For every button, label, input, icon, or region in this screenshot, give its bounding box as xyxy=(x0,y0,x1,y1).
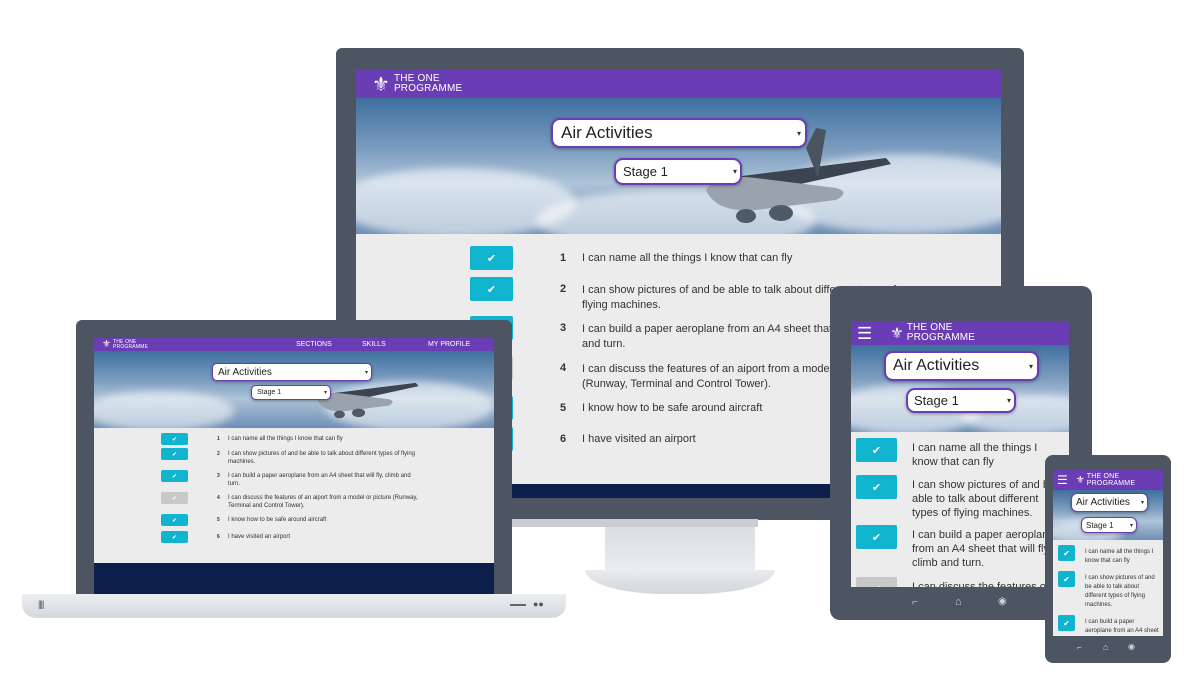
trackpad-icon xyxy=(510,604,526,606)
brand-line2: PROGRAMME xyxy=(393,83,463,94)
tablet-screen: ☰ ⚜ THE ONE PROGRAMME Air Activities ▾ Sta… xyxy=(851,321,1069,587)
nav-sections[interactable]: SECTIONS xyxy=(296,341,332,348)
check-button[interactable]: ✔ xyxy=(856,438,897,462)
check-button[interactable]: ✔ xyxy=(856,475,897,499)
navbar: ⚜ THE ONE PROGRAMME SECTIONS SKILLS MY P… xyxy=(356,70,1001,98)
skills-list: ✔ I can name all the things I know that … xyxy=(1053,540,1163,636)
check-button[interactable]: ✔ xyxy=(161,492,188,504)
page-footer xyxy=(94,563,494,594)
list-item: ✔ 6 I have visited an airport xyxy=(161,531,418,543)
back-icon[interactable]: ⌐ xyxy=(912,597,918,608)
list-item: ✔ I can name all the things I know that … xyxy=(1058,545,1159,566)
check-button[interactable]: ✔ xyxy=(856,577,897,587)
activity-select[interactable]: Air Activities ▾ xyxy=(212,363,372,381)
chevron-down-icon: ▾ xyxy=(1028,361,1033,371)
check-button[interactable]: ✔ xyxy=(161,448,188,460)
chevron-down-icon: ▾ xyxy=(1140,500,1144,506)
stage-select[interactable]: Stage 1 ▾ xyxy=(1081,517,1137,533)
monitor-chin xyxy=(512,519,758,527)
indicator-lights-icon: ●● xyxy=(533,599,544,609)
logo[interactable]: ⚜ THE ONE PROGRAMME xyxy=(1076,473,1135,487)
list-item: ✔ I can show pictures of and be able to … xyxy=(1058,571,1159,610)
chevron-down-icon: ▾ xyxy=(796,128,801,138)
list-item: ✔ 5 I know how to be safe around aircraf… xyxy=(161,514,418,526)
check-button[interactable]: ✔ xyxy=(161,514,188,526)
list-item: ✔ 4 I can discuss the features of an aip… xyxy=(161,492,418,510)
keyboard-icon: |||| xyxy=(38,599,44,609)
navbar: ☰ ⚜ THE ONE PROGRAMME xyxy=(851,321,1069,345)
stage-select[interactable]: Stage 1 ▾ xyxy=(906,388,1016,413)
check-button[interactable]: ✔ xyxy=(1058,571,1075,587)
hero-banner: Air Activities ▾ Stage 1 ▾ xyxy=(356,98,1001,234)
check-button[interactable]: ✔ xyxy=(470,277,513,301)
laptop-screen: ⚜ THE ONE PROGRAMME SECTIONS SKILLS MY PR… xyxy=(94,338,494,594)
chevron-down-icon: ▾ xyxy=(323,390,327,396)
home-icon[interactable]: ⌂ xyxy=(1103,642,1108,652)
activity-select[interactable]: Air Activities ▾ xyxy=(884,351,1039,381)
chevron-down-icon: ▾ xyxy=(732,167,737,176)
back-icon[interactable]: ⌐ xyxy=(1077,643,1082,652)
nav-skills[interactable]: SKILLS xyxy=(362,341,386,348)
home-icon[interactable]: ⌂ xyxy=(955,596,962,608)
laptop-base xyxy=(22,594,566,618)
list-item: ✔ I can build a paper aeroplane from an … xyxy=(1058,615,1159,636)
check-button[interactable]: ✔ xyxy=(1058,545,1075,561)
check-button[interactable]: ✔ xyxy=(161,531,188,543)
skills-list: ✔ I can name all the things I know that … xyxy=(851,432,1069,587)
hero-banner: Air Activities ▾ Stage 1 ▾ xyxy=(851,345,1069,432)
hero-banner: Air Activities ▾ Stage 1 ▾ xyxy=(94,351,494,428)
list-item: ✔ I can discuss the features of an aipor… xyxy=(856,577,1057,587)
stage-select[interactable]: Stage 1 ▾ xyxy=(251,385,331,400)
hamburger-menu-icon[interactable]: ☰ xyxy=(1057,474,1068,486)
logo[interactable]: ⚜ THE ONE PROGRAMME xyxy=(890,323,975,343)
logo[interactable]: ⚜ THE ONE PROGRAMME xyxy=(372,72,462,97)
phone-screen: ☰ ⚜ THE ONE PROGRAMME Air Activities ▾ Sta… xyxy=(1053,470,1163,636)
list-item: ✔ 3 I can build a paper aeroplane from a… xyxy=(161,470,418,488)
fleur-de-lis-icon: ⚜ xyxy=(1075,474,1085,486)
fleur-de-lis-icon: ⚜ xyxy=(890,325,904,342)
check-button[interactable]: ✔ xyxy=(856,525,897,549)
check-button[interactable]: ✔ xyxy=(1058,615,1075,631)
navbar: ⚜ THE ONE PROGRAMME SECTIONS SKILLS MY PR… xyxy=(94,338,494,351)
logo[interactable]: ⚜ THE ONE PROGRAMME xyxy=(102,339,148,350)
check-button[interactable]: ✔ xyxy=(161,433,188,445)
hamburger-menu-icon[interactable]: ☰ xyxy=(857,325,872,342)
chevron-down-icon: ▾ xyxy=(1006,396,1011,405)
list-item: ✔ 5 I know how to be safe around aircraf… xyxy=(470,396,762,420)
list-item: ✔ I can name all the things I know that … xyxy=(856,438,1057,469)
activity-select[interactable]: Air Activities ▾ xyxy=(1071,493,1148,512)
list-item: ✔ 1 I can name all the things I know tha… xyxy=(470,246,792,270)
skills-list: ✔ 1 I can name all the things I know tha… xyxy=(94,428,494,563)
chevron-down-icon: ▾ xyxy=(364,369,368,376)
hero-banner: Air Activities ▾ Stage 1 ▾ xyxy=(1053,490,1163,540)
list-item: ✔ 1 I can name all the things I know tha… xyxy=(161,433,418,445)
fleur-de-lis-icon: ⚜ xyxy=(372,73,390,96)
list-item: ✔ I can show pictures of and be able to … xyxy=(856,475,1057,520)
check-button[interactable]: ✔ xyxy=(470,246,513,270)
monitor-stand-base xyxy=(585,570,775,594)
list-item: ✔ 4 I can discuss the features of an aip… xyxy=(470,356,881,392)
list-item: ✔ 2 I can show pictures of and be able t… xyxy=(161,448,418,466)
list-item: ✔ I can build a paper aeroplane from an … xyxy=(856,525,1057,570)
recent-apps-icon[interactable]: ◉ xyxy=(1128,642,1135,651)
nav-my-profile[interactable]: MY PROFILE xyxy=(428,341,470,348)
recent-apps-icon[interactable]: ◉ xyxy=(998,596,1007,607)
fleur-de-lis-icon: ⚜ xyxy=(102,339,111,350)
navbar: ☰ ⚜ THE ONE PROGRAMME xyxy=(1053,470,1163,490)
stage-select[interactable]: Stage 1 ▾ xyxy=(614,158,742,185)
chevron-down-icon: ▾ xyxy=(1129,522,1133,529)
activity-select[interactable]: Air Activities ▾ xyxy=(551,118,807,148)
check-button[interactable]: ✔ xyxy=(161,470,188,482)
